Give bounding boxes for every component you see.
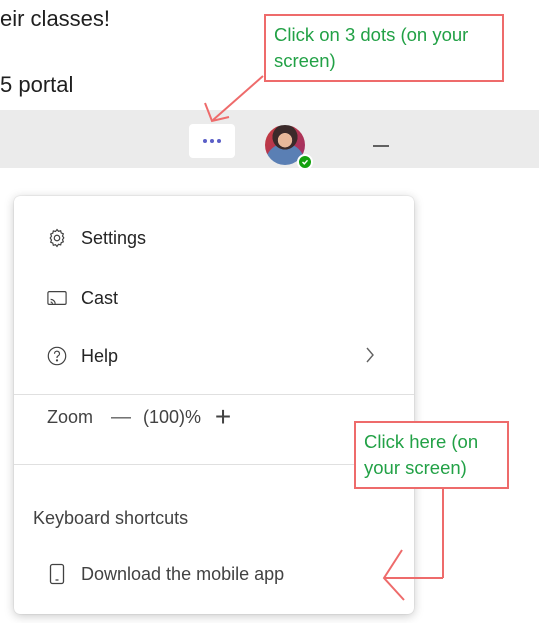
menu-item-settings[interactable]: Settings xyxy=(14,216,414,260)
document-text-line: eir classes! xyxy=(0,6,111,31)
cast-icon xyxy=(45,286,69,310)
more-options-menu: Settings Cast Help Zoom — (100)% + Keybo… xyxy=(14,196,414,614)
menu-item-label: Help xyxy=(81,345,119,366)
zoom-value: (100)% xyxy=(143,406,202,427)
menu-item-label: Cast xyxy=(81,287,119,308)
zoom-in-button[interactable]: + xyxy=(209,401,237,432)
zoom-out-button[interactable]: — xyxy=(107,403,135,431)
help-circle-icon xyxy=(45,344,69,368)
chevron-right-icon xyxy=(364,346,376,369)
annotation-callout-here: Click here (on your screen) xyxy=(354,421,509,489)
plus-icon: + xyxy=(214,401,232,432)
more-horizontal-icon xyxy=(203,139,221,143)
menu-item-cast[interactable]: Cast xyxy=(14,276,414,320)
menu-item-label: Settings xyxy=(81,227,147,248)
menu-item-keyboard-shortcuts[interactable]: Keyboard shortcuts xyxy=(14,496,414,540)
menu-item-label: Download the mobile app xyxy=(81,563,285,584)
zoom-label: Zoom xyxy=(47,406,94,427)
menu-item-label: Keyboard shortcuts xyxy=(33,507,189,528)
minus-icon: — xyxy=(111,405,132,428)
menu-item-help[interactable]: Help xyxy=(14,334,414,378)
annotation-callout-dots: Click on 3 dots (on your screen) xyxy=(264,14,504,82)
mobile-phone-icon xyxy=(45,562,69,586)
menu-item-download-mobile-app[interactable]: Download the mobile app xyxy=(14,552,414,596)
document-text-line: 5 portal xyxy=(0,72,74,97)
minimize-icon[interactable] xyxy=(373,145,389,147)
presence-available-icon xyxy=(297,154,313,170)
more-options-button[interactable] xyxy=(189,124,235,158)
gear-icon xyxy=(45,226,69,250)
